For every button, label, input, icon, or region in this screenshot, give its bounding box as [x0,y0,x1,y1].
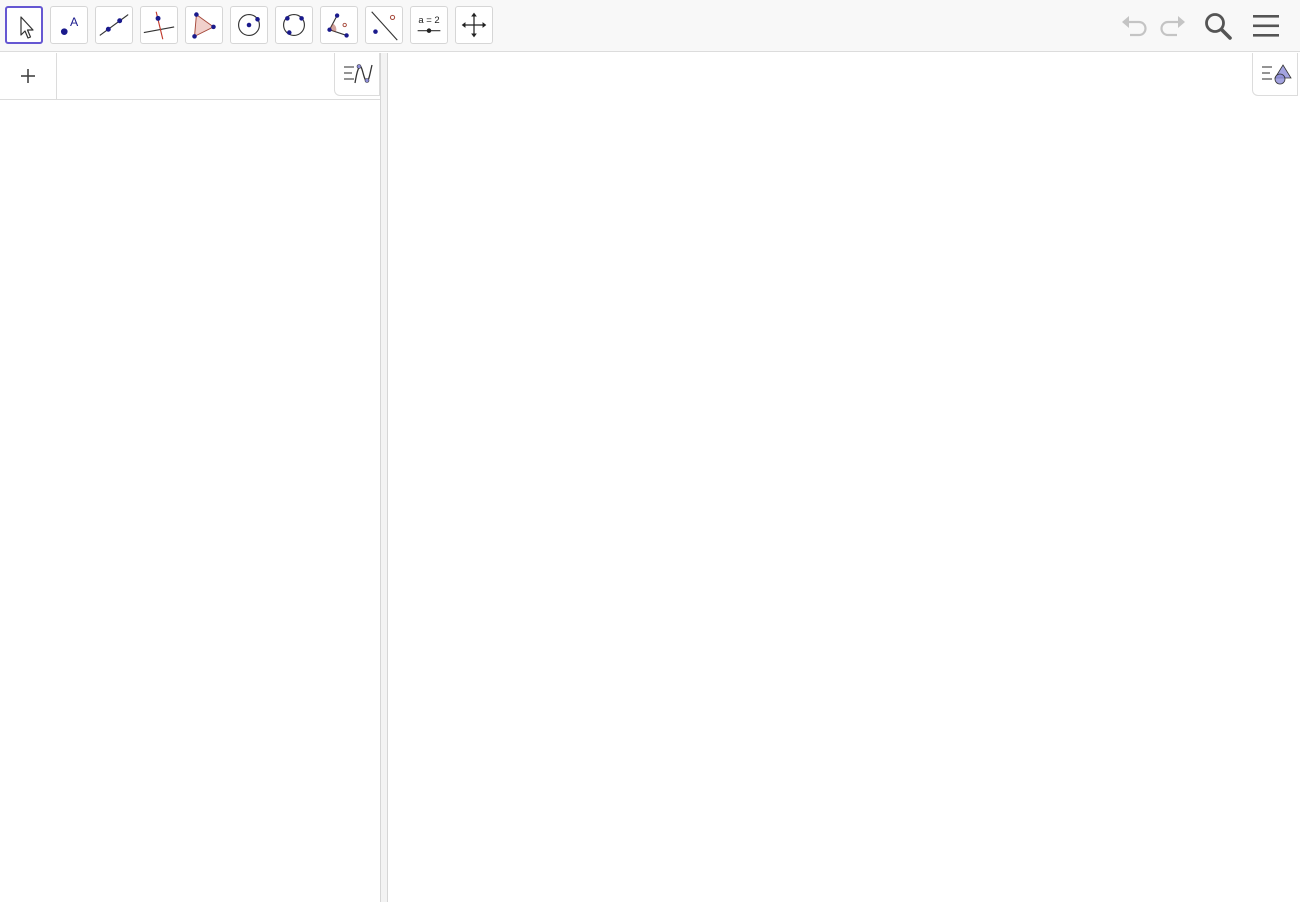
tool-angle[interactable] [320,6,358,44]
tool-reflect-about-line[interactable] [365,6,403,44]
reflect-line-icon [371,11,398,41]
menu-button[interactable] [1249,9,1283,43]
move-view-icon [461,12,487,38]
graphics-view[interactable] [388,53,1300,902]
tool-circle-center-point[interactable] [230,6,268,44]
search-button[interactable] [1201,9,1235,43]
line-through-points-icon [99,14,129,36]
tool-move-graphics-view[interactable] [455,6,493,44]
tool-move[interactable] [5,6,43,44]
undo-icon [1122,16,1147,37]
toolbar: A a = 2 [0,0,1300,52]
algebra-input[interactable] [58,53,334,99]
polygon-icon [192,12,216,39]
circle-center-icon [238,14,260,36]
graphics-style-bar-button[interactable] [1252,53,1298,96]
algebra-style-bar-button[interactable] [334,53,380,96]
add-input-button[interactable] [0,53,57,99]
circle-three-points-icon [283,14,305,36]
perpendicular-line-icon [143,11,175,40]
redo-icon [1160,16,1185,37]
point-icon: A [60,15,79,35]
plus-icon [21,69,35,83]
tool-perpendicular-line[interactable] [140,6,178,44]
redo-button[interactable] [1155,9,1189,43]
algebra-view [0,53,380,902]
hamburger-menu-icon [1253,15,1279,37]
undo-button[interactable] [1118,9,1152,43]
tool-point[interactable]: A [50,6,88,44]
view-splitter[interactable] [380,53,388,902]
tool-circle-three-points[interactable] [275,6,313,44]
search-icon [1205,13,1232,40]
tool-polygon[interactable] [185,6,223,44]
slider-icon: a = 2 [417,15,441,33]
slider-label: a = 2 [418,15,439,26]
graphics-style-bar-icon [1262,64,1292,85]
point-label: A [70,15,79,29]
angle-icon [327,13,349,38]
tool-slider[interactable]: a = 2 [410,6,448,44]
algebra-style-bar-icon [344,64,373,84]
tool-line[interactable] [95,6,133,44]
move-arrow-icon [20,16,34,39]
algebra-input-row [0,53,380,100]
